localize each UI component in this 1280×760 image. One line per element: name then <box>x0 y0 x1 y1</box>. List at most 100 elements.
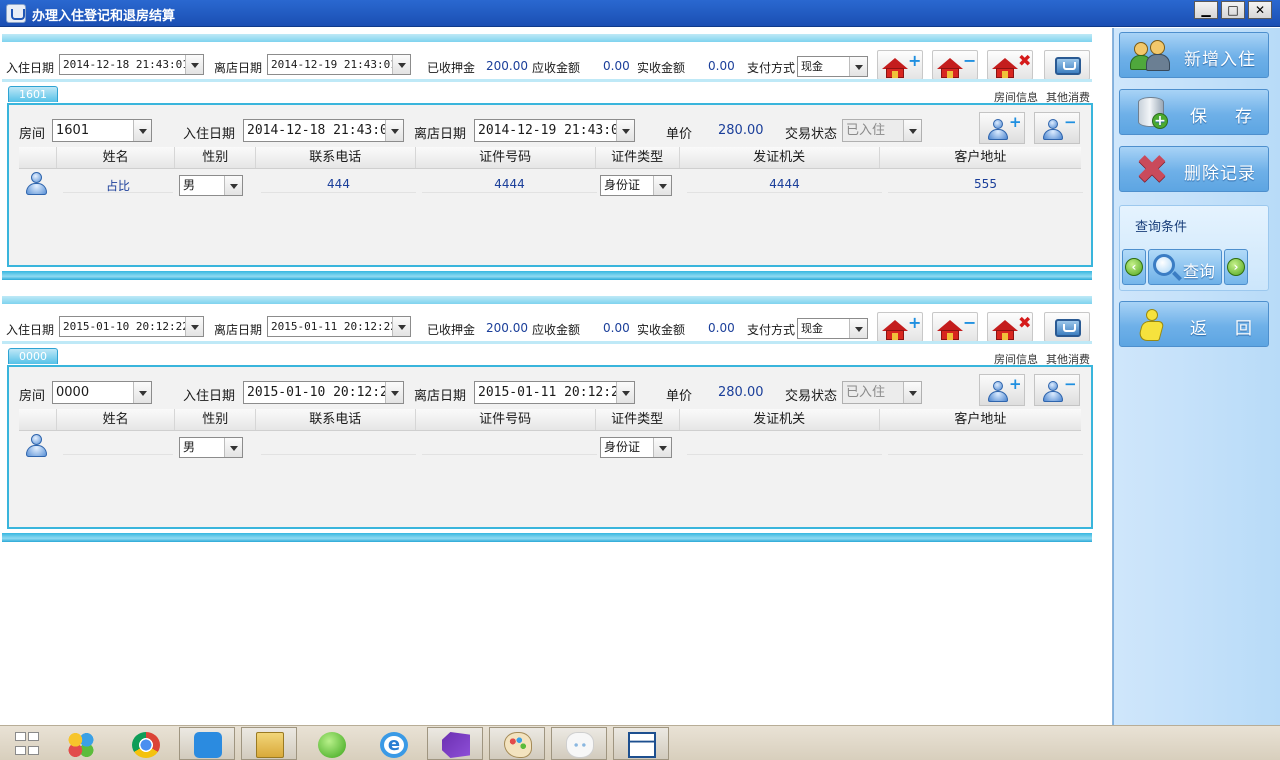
pay-method-select[interactable]: 现金 <box>797 318 868 339</box>
taskbar-app-vs[interactable] <box>427 727 483 760</box>
action-sidebar: 新增入住 + 保存 ✖ 删除记录 查询条件 ‹ 查询 › 返回 <box>1113 28 1280 725</box>
guest-avatar-icon <box>25 433 49 459</box>
guest-name-cell[interactable] <box>63 439 173 455</box>
dropdown-arrow-icon[interactable] <box>224 438 242 457</box>
guest-id-number-cell[interactable] <box>422 439 597 455</box>
tab-room-0000[interactable]: 0000 <box>8 348 58 364</box>
guest-gender-select[interactable]: 男 <box>179 175 243 196</box>
room-checkout-picker[interactable]: 2015-01-11 20:12:22 <box>474 381 635 404</box>
dropdown-arrow-icon[interactable] <box>185 317 203 336</box>
app-window-icon <box>628 732 656 758</box>
minimize-button[interactable]: ▁ <box>1194 1 1218 19</box>
taskbar-app-ie[interactable]: e <box>365 727 421 760</box>
dropdown-arrow-icon[interactable] <box>616 382 634 403</box>
dropdown-arrow-icon[interactable] <box>392 55 410 74</box>
checkin-date-label: 入住日期 <box>6 323 55 337</box>
settle-button[interactable] <box>1044 312 1090 342</box>
dropdown-arrow-icon[interactable] <box>653 176 671 195</box>
dropdown-arrow-icon[interactable] <box>224 176 242 195</box>
x-icon: ✖ <box>1018 51 1032 70</box>
settle-button[interactable] <box>1044 50 1090 80</box>
add-room-button[interactable]: + <box>877 50 923 80</box>
dropdown-arrow-icon[interactable] <box>185 55 203 74</box>
guest-address-cell[interactable] <box>888 439 1083 455</box>
status-select[interactable]: 已入住 <box>842 119 922 142</box>
house-icon <box>992 58 1018 78</box>
query-button[interactable]: 查询 <box>1148 249 1222 285</box>
maximize-button[interactable]: □ <box>1221 1 1245 19</box>
checkin-date-picker[interactable]: 2015-01-10 20:12:22 <box>59 316 204 337</box>
close-button[interactable]: ✕ <box>1248 1 1272 19</box>
taskbar-app-cloud[interactable] <box>179 727 235 760</box>
guest-id-number-cell[interactable]: 4444 <box>422 177 597 193</box>
room-checkout-label: 离店日期 <box>414 127 467 142</box>
visual-studio-icon <box>442 732 470 758</box>
remove-room-button[interactable]: − <box>932 50 978 80</box>
dropdown-arrow-icon[interactable] <box>133 382 151 403</box>
guest-issuer-cell[interactable]: 4444 <box>687 177 882 193</box>
room-checkin-picker[interactable]: 2014-12-18 21:43:01 <box>243 119 404 142</box>
received-label: 实收金额 <box>637 323 686 337</box>
tab-room-1601[interactable]: 1601 <box>8 86 58 102</box>
back-button[interactable]: 返回 <box>1119 301 1269 347</box>
table-row[interactable]: 占比 男 444 4444 身份证 4444 555 <box>19 171 1083 199</box>
delete-record-button[interactable]: ✖ 删除记录 <box>1119 146 1269 192</box>
dropdown-arrow-icon[interactable] <box>616 120 634 141</box>
panel-bottom-stripe <box>2 533 1092 542</box>
guest-id-type-select[interactable]: 身份证 <box>600 175 672 196</box>
dropdown-arrow-icon[interactable] <box>133 120 151 141</box>
table-row[interactable]: 男 身份证 <box>19 433 1083 461</box>
dropdown-arrow-icon[interactable] <box>385 120 403 141</box>
guest-address-cell[interactable]: 555 <box>888 177 1083 193</box>
guest-gender-select[interactable]: 男 <box>179 437 243 458</box>
colorful-orbs-icon <box>67 732 95 758</box>
guest-issuer-cell[interactable] <box>687 439 882 455</box>
add-guest-button[interactable]: + <box>979 112 1025 144</box>
previous-button[interactable]: ‹ <box>1122 249 1146 285</box>
room-select[interactable]: 0000 <box>52 381 152 404</box>
x-icon: ✖ <box>1018 313 1032 332</box>
guest-phone-cell[interactable] <box>261 439 416 455</box>
guest-id-type-select[interactable]: 身份证 <box>600 437 672 458</box>
save-button[interactable]: + 保存 <box>1119 89 1269 135</box>
delete-room-button[interactable]: ✖ <box>987 50 1033 80</box>
dropdown-arrow-icon[interactable] <box>903 382 921 403</box>
checkout-date-picker[interactable]: 2015-01-11 20:12:22 <box>267 316 411 337</box>
taskbar-app-chrome[interactable] <box>117 727 173 760</box>
status-select[interactable]: 已入住 <box>842 381 922 404</box>
taskbar-app-green[interactable] <box>303 727 359 760</box>
dropdown-arrow-icon[interactable] <box>392 317 410 336</box>
add-room-button[interactable]: + <box>877 312 923 342</box>
taskbar-app-files[interactable] <box>241 727 297 760</box>
plus-icon: + <box>908 51 922 70</box>
plus-icon: + <box>1009 113 1022 131</box>
dropdown-arrow-icon[interactable] <box>849 319 867 338</box>
remove-guest-button[interactable]: − <box>1034 112 1080 144</box>
delete-room-button[interactable]: ✖ <box>987 312 1033 342</box>
taskbar-app-orbs[interactable] <box>52 727 108 760</box>
guest-phone-cell[interactable]: 444 <box>261 177 416 193</box>
dropdown-arrow-icon[interactable] <box>653 438 671 457</box>
remove-room-button[interactable]: − <box>932 312 978 342</box>
taskbar-app-cat[interactable] <box>551 727 607 760</box>
remove-guest-button[interactable]: − <box>1034 374 1080 406</box>
checkin-date-picker[interactable]: 2014-12-18 21:43:01 <box>59 54 204 75</box>
unit-price-value: 280.00 <box>718 123 764 138</box>
room-select[interactable]: 1601 <box>52 119 152 142</box>
dropdown-arrow-icon[interactable] <box>903 120 921 141</box>
next-button[interactable]: › <box>1224 249 1248 285</box>
checkout-date-picker[interactable]: 2014-12-19 21:43:01 <box>267 54 411 75</box>
taskbar-app-window[interactable] <box>613 727 669 760</box>
taskbar-app-paint[interactable] <box>489 727 545 760</box>
pay-method-select[interactable]: 现金 <box>797 56 868 77</box>
panel-top-stripe <box>2 296 1092 304</box>
room-checkin-picker[interactable]: 2015-01-10 20:12:22 <box>243 381 404 404</box>
dropdown-arrow-icon[interactable] <box>385 382 403 403</box>
guest-name-cell[interactable]: 占比 <box>63 177 173 193</box>
room-checkout-picker[interactable]: 2014-12-19 21:43:01 <box>474 119 635 142</box>
new-checkin-button[interactable]: 新增入住 <box>1119 32 1269 78</box>
add-guest-button[interactable]: + <box>979 374 1025 406</box>
app-icon <box>6 4 26 23</box>
start-button[interactable] <box>0 727 56 760</box>
dropdown-arrow-icon[interactable] <box>849 57 867 76</box>
